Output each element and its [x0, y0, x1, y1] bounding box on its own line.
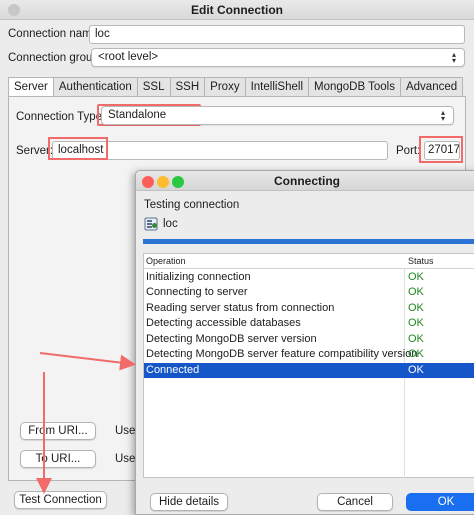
annotation-arrows [36, 352, 136, 494]
arrow-icon [39, 352, 136, 371]
